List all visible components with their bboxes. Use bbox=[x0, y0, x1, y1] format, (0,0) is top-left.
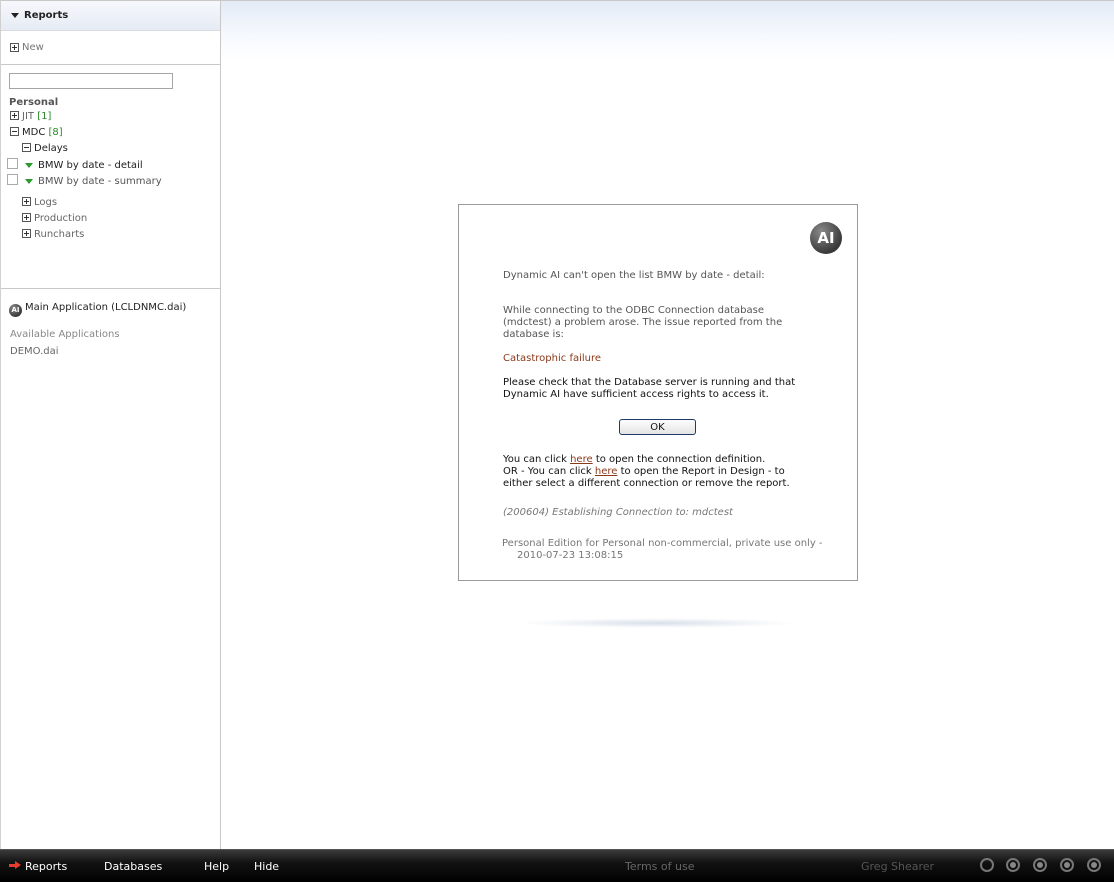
circle-icon[interactable] bbox=[1033, 858, 1047, 872]
tree-item-jit[interactable]: JIT [1] bbox=[10, 110, 51, 124]
expand-icon[interactable] bbox=[22, 197, 31, 206]
collapse-icon[interactable] bbox=[22, 143, 31, 152]
bottom-databases-button[interactable]: Databases bbox=[104, 860, 162, 873]
main-content: AI Dynamic AI can't open the list BMW by… bbox=[221, 0, 1114, 849]
demo-application-link[interactable]: DEMO.dai bbox=[10, 345, 59, 359]
report-design-link[interactable]: here bbox=[595, 466, 618, 477]
connection-definition-link[interactable]: here bbox=[570, 454, 593, 465]
ai-logo-icon: AI bbox=[810, 222, 842, 254]
dialog-shadow bbox=[518, 618, 798, 628]
report-label[interactable]: BMW by date - summary bbox=[38, 176, 162, 187]
ai-logo-icon: AI bbox=[9, 304, 22, 317]
link-text-pre: You can click bbox=[503, 454, 571, 465]
bottom-toolbar: Reports Databases Help Hide Terms of use… bbox=[0, 849, 1114, 882]
design-link-line: OR - You can click here to open the Repo… bbox=[503, 466, 799, 490]
ok-button[interactable]: OK bbox=[619, 419, 696, 435]
sidebar: Reports New Personal JIT [1] MDC [8] Del… bbox=[0, 0, 221, 849]
circle-icon[interactable] bbox=[1060, 858, 1074, 872]
available-applications-label: Available Applications bbox=[10, 329, 120, 340]
tree-item-production[interactable]: Production bbox=[22, 212, 87, 226]
bottom-hide-button[interactable]: Hide bbox=[254, 860, 279, 873]
expand-icon[interactable] bbox=[22, 229, 31, 238]
expand-icon[interactable] bbox=[22, 213, 31, 222]
report-item[interactable]: BMW by date - detail bbox=[7, 158, 143, 172]
report-search-input[interactable] bbox=[9, 73, 173, 89]
new-report-button[interactable]: New bbox=[1, 31, 220, 65]
circle-icon[interactable] bbox=[1006, 858, 1020, 872]
expand-icon[interactable] bbox=[10, 111, 19, 120]
report-checkbox[interactable] bbox=[7, 174, 18, 185]
circle-icon[interactable] bbox=[980, 858, 994, 872]
report-item[interactable]: BMW by date - summary bbox=[7, 174, 162, 188]
arrow-right-icon bbox=[9, 861, 21, 870]
delays-label: Delays bbox=[34, 143, 68, 154]
dialog-edition-line: Personal Edition for Personal non-commer… bbox=[502, 538, 823, 549]
jit-count: [1] bbox=[37, 111, 52, 122]
dialog-edition-date: 2010-07-23 13:08:15 bbox=[517, 550, 624, 561]
new-label: New bbox=[22, 42, 44, 53]
dialog-connection-message: While connecting to the ODBC Connection … bbox=[503, 305, 783, 340]
tree-item-logs[interactable]: Logs bbox=[22, 196, 57, 210]
link-text-post: to open the connection definition. bbox=[592, 454, 766, 465]
logs-label: Logs bbox=[34, 197, 58, 208]
jit-label: JIT bbox=[22, 111, 35, 122]
mdc-label: MDC bbox=[22, 127, 46, 138]
terms-of-use-link[interactable]: Terms of use bbox=[625, 860, 694, 873]
runcharts-label: Runcharts bbox=[34, 229, 85, 240]
triangle-down-icon[interactable] bbox=[25, 163, 33, 168]
report-checkbox[interactable] bbox=[7, 158, 18, 169]
dialog-links: You can click here to open the connectio… bbox=[503, 454, 799, 490]
reports-header[interactable]: Reports bbox=[1, 1, 220, 31]
report-label[interactable]: BMW by date - detail bbox=[38, 160, 143, 171]
expand-icon bbox=[10, 43, 19, 52]
section-personal: Personal bbox=[9, 97, 59, 108]
error-dialog: AI Dynamic AI can't open the list BMW by… bbox=[458, 204, 858, 581]
dialog-error-text: Catastrophic failure bbox=[503, 353, 602, 364]
triangle-down-icon bbox=[11, 13, 19, 18]
sidebar-divider bbox=[1, 288, 220, 289]
tree-item-delays[interactable]: Delays bbox=[22, 142, 68, 156]
link-text-pre: OR - You can click bbox=[503, 466, 595, 477]
bottom-reports-label: Reports bbox=[25, 860, 68, 873]
tree-item-runcharts[interactable]: Runcharts bbox=[22, 228, 84, 242]
dialog-check-message: Please check that the Database server is… bbox=[503, 377, 796, 400]
mdc-count: [8] bbox=[48, 127, 63, 138]
bottom-reports-button[interactable]: Reports bbox=[9, 860, 67, 873]
user-name: Greg Shearer bbox=[861, 860, 935, 873]
production-label: Production bbox=[34, 213, 88, 224]
dialog-heading: Dynamic AI can't open the list BMW by da… bbox=[503, 270, 765, 281]
circle-icon[interactable] bbox=[1087, 858, 1101, 872]
main-application-label: Main Application (LCLDNMC.dai) bbox=[25, 302, 187, 313]
tree-item-mdc[interactable]: MDC [8] bbox=[10, 126, 63, 140]
dialog-status-line: (200604) Establishing Connection to: mdc… bbox=[503, 507, 733, 518]
main-application[interactable]: AI Main Application (LCLDNMC.dai) bbox=[9, 301, 187, 317]
collapse-icon[interactable] bbox=[10, 127, 19, 136]
connection-link-line: You can click here to open the connectio… bbox=[503, 454, 799, 466]
reports-header-label: Reports bbox=[24, 10, 69, 21]
bottom-help-button[interactable]: Help bbox=[204, 860, 229, 873]
triangle-down-icon[interactable] bbox=[25, 179, 33, 184]
